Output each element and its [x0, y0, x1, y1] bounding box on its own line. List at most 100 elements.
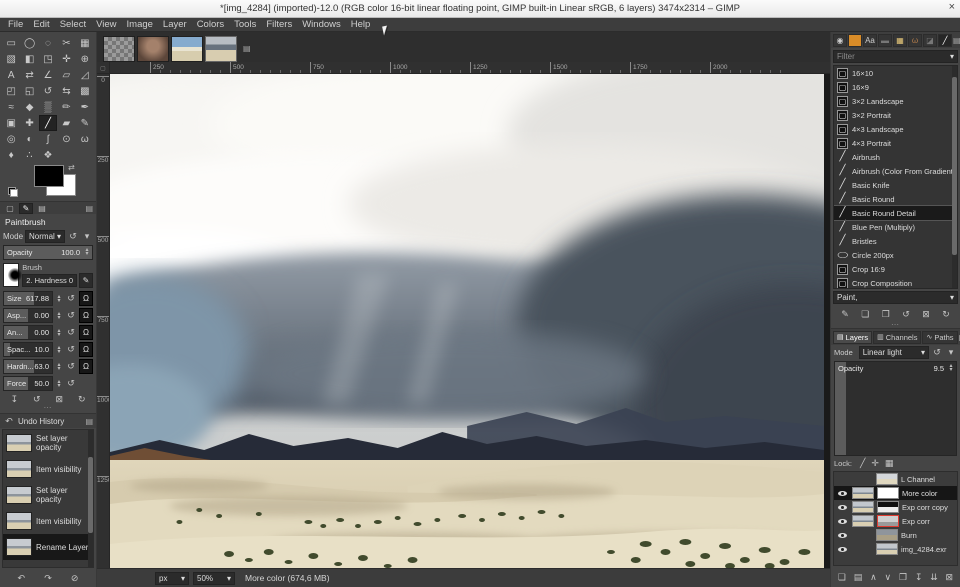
tool-free-select[interactable]: ◌ [39, 35, 57, 51]
image-tab-portrait[interactable] [137, 36, 169, 62]
menu-item[interactable]: Tools [229, 19, 261, 30]
menu-item[interactable]: Filters [261, 19, 297, 30]
lock-position-button[interactable]: ✛ [871, 458, 879, 469]
tool-ink[interactable]: ✒ [76, 99, 94, 115]
layer-name[interactable]: Exp corr copy [902, 503, 948, 512]
tool-smudge[interactable]: ♦ [2, 147, 20, 163]
tab-palettes[interactable]: ▦ [893, 34, 907, 47]
tool-preset-item[interactable]: ▢ 4×3 Portrait [834, 136, 957, 150]
tool-crop[interactable]: ◳ [39, 51, 57, 67]
revert-preset-button[interactable]: ↺ [902, 309, 910, 320]
tool-option-slider[interactable]: Asp... 0.00 [3, 308, 53, 323]
tool-preset-item[interactable]: ◯ Circle 200px [834, 248, 957, 262]
visibility-eye-icon[interactable] [838, 505, 847, 510]
tool-fuzzy-select[interactable]: ▦ [76, 35, 94, 51]
tool-preset-item[interactable]: ▢ 16×9 [834, 80, 957, 94]
tool-airbrush[interactable]: ✎ [76, 115, 94, 131]
duplicate-layer-button[interactable]: ❐ [899, 572, 907, 583]
tab-gradients[interactable]: ▬ [878, 34, 892, 47]
tab-tool-presets[interactable]: ╱ [938, 34, 952, 47]
undo-menu-icon[interactable]: ▤ [85, 417, 93, 426]
tool-preset-item[interactable]: ╱ Blue Pen (Multiply) [834, 220, 957, 234]
canvas-image[interactable] [110, 74, 824, 568]
tool-text[interactable]: A [2, 67, 20, 83]
tool-unified-transform[interactable]: ◰ [2, 83, 20, 99]
foreground-color-swatch[interactable] [34, 165, 64, 187]
horizontal-ruler[interactable]: 25050075010001250150017502000 [110, 62, 830, 73]
tool-preset-item[interactable]: ╱ Basic Knife [834, 178, 957, 192]
tool-rectangle-select[interactable]: ▭ [2, 35, 20, 51]
slider-reset-button[interactable]: ↺ [65, 293, 77, 304]
duplicate-preset-button[interactable]: ❐ [882, 309, 890, 320]
layer-name[interactable]: Burn [901, 531, 917, 540]
tool-option-slider[interactable]: Size 617.88 [3, 291, 53, 306]
layer-name[interactable]: L Channel [901, 475, 935, 484]
delete-layer-button[interactable]: ⊠ [946, 572, 954, 583]
tool-npoint-deformation[interactable]: ∴ [20, 147, 38, 163]
slider-reset-button[interactable]: ↺ [65, 327, 77, 338]
zoom-select[interactable]: 50% ▾ [193, 572, 235, 585]
swap-colors-icon[interactable]: ⇄ [68, 163, 75, 172]
tool-mypaint-brush[interactable]: ω [76, 131, 94, 147]
tool-flip[interactable]: ⇆ [57, 83, 75, 99]
tool-measure[interactable]: ∠ [39, 67, 57, 83]
dynamics-link-button[interactable]: Ω [79, 291, 93, 306]
anchor-layer-button[interactable]: ↧ [915, 572, 923, 583]
tool-clone[interactable]: ▣ [2, 115, 20, 131]
visibility-eye-icon[interactable] [838, 547, 847, 552]
tool-zoom[interactable]: ⊕ [76, 51, 94, 67]
slider-reset-button[interactable]: ↺ [65, 378, 77, 389]
refresh-presets-button[interactable]: ↻ [942, 309, 950, 320]
brush-select-button[interactable]: 2. Hardness 0 [22, 274, 77, 287]
slider-spinner[interactable]: ▴▾ [55, 312, 63, 320]
menu-item[interactable]: Edit [28, 19, 54, 30]
layer-name[interactable]: img_4284.exr [901, 545, 946, 554]
tab-tool-options[interactable]: ✎ [19, 203, 33, 214]
undo-history-item[interactable]: Set layer opacity [3, 430, 93, 456]
layer-mode-expand-icon[interactable]: ▾ [945, 347, 957, 358]
tool-option-slider[interactable]: Hardn... 63.0 [3, 359, 53, 374]
layer-row[interactable]: Burn [834, 528, 957, 542]
tool-scale[interactable]: ◱ [20, 83, 38, 99]
layer-thumbnail[interactable] [876, 529, 898, 541]
undo-history-item[interactable]: Item visibility [3, 456, 93, 482]
dynamics-link-button[interactable]: Ω [79, 308, 93, 323]
reset-tool-button[interactable]: ↻ [78, 394, 86, 405]
slider-spinner[interactable]: ▴▾ [55, 380, 63, 388]
tool-gradient[interactable]: ▒ [39, 99, 57, 115]
dynamics-link-button[interactable]: Ω [79, 342, 93, 357]
layer-name[interactable]: More color [902, 489, 937, 498]
layer-row[interactable]: Exp corr copy [834, 500, 957, 514]
tab-patterns[interactable]: ■ [848, 34, 862, 47]
visibility-eye-icon[interactable] [838, 533, 847, 538]
tool-pencil[interactable]: ✏ [57, 99, 75, 115]
layer-thumbnail[interactable] [852, 501, 874, 513]
layer-thumbnail[interactable] [852, 487, 874, 499]
tool-preset-item[interactable]: ▢ Crop Composition [834, 276, 957, 289]
new-layer-button[interactable]: ❏ [838, 572, 846, 583]
tool-dodge-burn[interactable]: ◐ [20, 131, 38, 147]
default-colors-icon[interactable] [8, 187, 18, 197]
tool-blur-sharpen[interactable]: ◎ [2, 131, 20, 147]
tool-preset-item[interactable]: ▢ Crop 16:9 [834, 262, 957, 276]
delete-tool-preset-button[interactable]: ⊠ [55, 394, 63, 405]
opacity-slider[interactable]: Opacity 100.0 ▴▾ [3, 245, 93, 260]
tool-preset-item[interactable]: ▢ 3×2 Portrait [834, 108, 957, 122]
tool-preset-item[interactable]: ╱ Bristles [834, 234, 957, 248]
layer-mask-thumbnail[interactable] [877, 515, 899, 527]
tool-option-slider[interactable]: An... 0.00 [3, 325, 53, 340]
layer-opacity-spinner[interactable]: ▴▾ [947, 364, 955, 372]
tool-move[interactable]: ✛ [57, 51, 75, 67]
preset-category-select[interactable]: Paint, ▾ [833, 291, 958, 304]
paint-mode-select[interactable]: Normal ▾ [25, 230, 65, 243]
slider-reset-button[interactable]: ↺ [65, 344, 77, 355]
opacity-spinner[interactable]: ▴▾ [83, 248, 91, 256]
new-group-button[interactable]: ▤ [854, 572, 863, 583]
tab-layers[interactable]: ▤ Layers [833, 331, 872, 344]
undo-history-item[interactable]: Rename Layer [3, 534, 93, 560]
preset-filter-input[interactable]: Filter ▾ [833, 50, 958, 63]
save-tool-preset-button[interactable]: ↧ [10, 394, 18, 405]
layer-name[interactable]: Exp corr [902, 517, 930, 526]
undo-history-item[interactable]: Set layer opacity [3, 482, 93, 508]
unit-select[interactable]: px ▾ [155, 572, 189, 585]
